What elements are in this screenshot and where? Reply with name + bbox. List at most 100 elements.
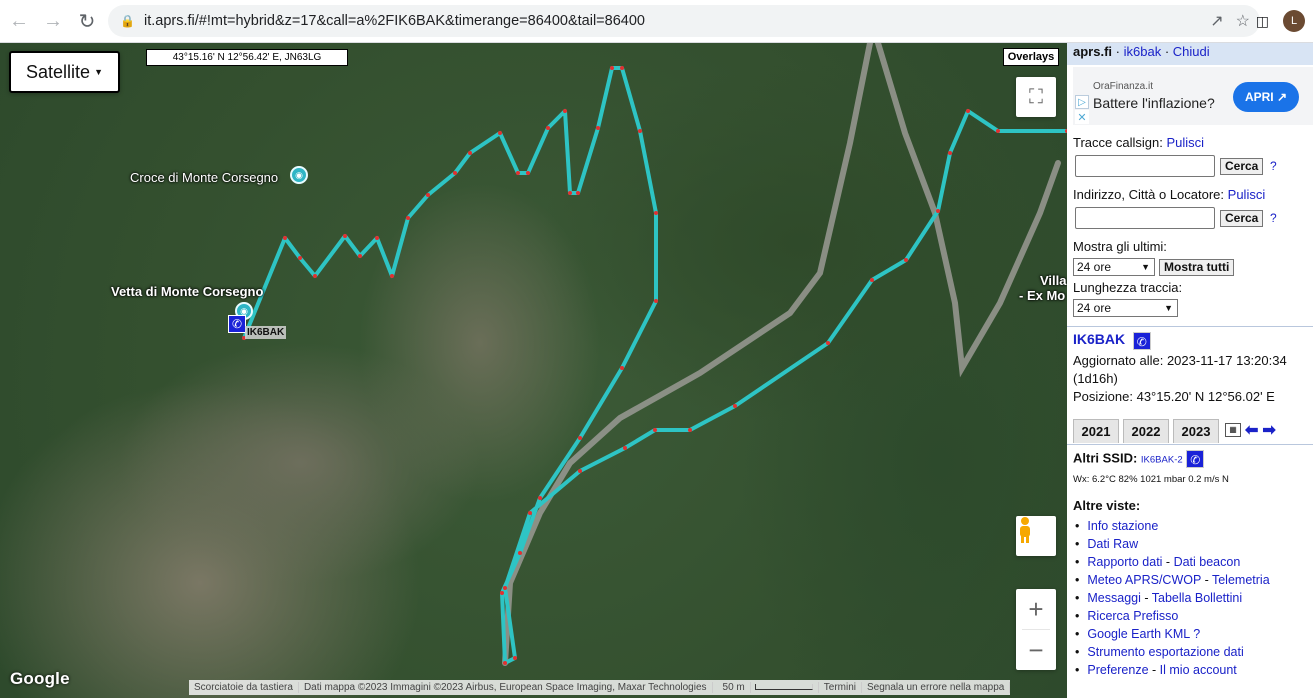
- track-point[interactable]: [528, 511, 532, 515]
- view-link[interactable]: Google Earth KML: [1087, 627, 1189, 641]
- forward-icon[interactable]: →: [38, 6, 68, 36]
- view-link[interactable]: Strumento esportazione dati: [1087, 645, 1243, 659]
- poi-label-croce[interactable]: Croce di Monte Corsegno: [130, 170, 278, 185]
- track-point[interactable]: [620, 66, 624, 70]
- view-link[interactable]: Info stazione: [1087, 519, 1158, 533]
- pegman-icon[interactable]: [1016, 516, 1056, 556]
- track-point[interactable]: [596, 126, 600, 130]
- view-link[interactable]: Dati Raw: [1087, 537, 1138, 551]
- map-type-select[interactable]: Satellite ▼: [9, 51, 120, 93]
- report-error-link[interactable]: Segnala un errore nella mappa: [862, 682, 1011, 693]
- close-link[interactable]: Chiudi: [1173, 44, 1210, 59]
- track-point[interactable]: [610, 66, 614, 70]
- track-point[interactable]: [343, 234, 347, 238]
- track-point[interactable]: [313, 274, 317, 278]
- view-link[interactable]: Tabella Bollettini: [1152, 591, 1242, 605]
- track-point[interactable]: [654, 299, 658, 303]
- track-point[interactable]: [653, 428, 657, 432]
- arrow-left-icon[interactable]: ⬅: [1245, 420, 1258, 440]
- track-point[interactable]: [426, 193, 430, 197]
- clear-address-link[interactable]: Pulisci: [1228, 187, 1266, 202]
- track-point[interactable]: [468, 151, 472, 155]
- arrow-right-icon[interactable]: ➡: [1262, 420, 1275, 440]
- search-address-button[interactable]: Cerca: [1220, 210, 1264, 227]
- track-point[interactable]: [568, 191, 572, 195]
- ad-banner[interactable]: ▷ ✕ OraFinanza.it Battere l'inflazione? …: [1073, 67, 1313, 125]
- search-callsign-button[interactable]: Cerca: [1220, 158, 1264, 175]
- station-map-label[interactable]: IK6BAK: [245, 326, 287, 339]
- track-point[interactable]: [826, 341, 830, 345]
- zoom-out-icon[interactable]: −: [1016, 630, 1056, 670]
- track-point[interactable]: [904, 258, 908, 262]
- brand-link[interactable]: aprs.fi: [1073, 44, 1112, 59]
- ad-headline[interactable]: Battere l'inflazione?: [1093, 95, 1215, 111]
- timerange-select[interactable]: 24 ore ▼: [1073, 258, 1155, 276]
- callsign-input[interactable]: [1075, 155, 1215, 177]
- track-point[interactable]: [516, 171, 520, 175]
- track-point[interactable]: [453, 171, 457, 175]
- track-point[interactable]: [638, 129, 642, 133]
- view-link[interactable]: Meteo APRS/CWOP: [1087, 573, 1201, 587]
- poi-label-villa-2[interactable]: - Ex Mo: [1019, 288, 1065, 303]
- star-icon[interactable]: ☆: [1236, 11, 1250, 31]
- fullscreen-icon[interactable]: ⛶: [1016, 77, 1056, 117]
- track-point[interactable]: [358, 254, 362, 258]
- track-point[interactable]: [298, 256, 302, 260]
- calendar-icon[interactable]: ▦: [1225, 423, 1241, 437]
- track-point[interactable]: [870, 278, 874, 282]
- google-logo[interactable]: Google: [10, 669, 70, 689]
- track-point[interactable]: [563, 109, 567, 113]
- track-point[interactable]: [948, 151, 952, 155]
- track-point[interactable]: [513, 656, 517, 660]
- map-canvas[interactable]: Satellite ▼ 43°15.16' N 12°56.42' E, JN63…: [0, 43, 1067, 698]
- track-point[interactable]: [538, 496, 542, 500]
- address-bar[interactable]: 🔒 it.aprs.fi/#!mt=hybrid&z=17&call=a%2FI…: [108, 5, 1260, 37]
- track-point[interactable]: [623, 446, 627, 450]
- view-link[interactable]: Dati beacon: [1174, 555, 1241, 569]
- overlays-button[interactable]: Overlays: [1003, 48, 1059, 66]
- camera-icon[interactable]: ◉: [290, 166, 308, 184]
- show-all-button[interactable]: Mostra tutti: [1159, 259, 1235, 276]
- lock-icon[interactable]: 🔒: [120, 14, 135, 28]
- view-link[interactable]: Preferenze: [1087, 663, 1148, 677]
- track-point[interactable]: [503, 661, 507, 665]
- track-point[interactable]: [578, 436, 582, 440]
- track-point[interactable]: [620, 366, 624, 370]
- view-link[interactable]: Il mio account: [1160, 663, 1237, 677]
- track-point[interactable]: [578, 469, 582, 473]
- poi-label-vetta[interactable]: Vetta di Monte Corsegno: [111, 284, 263, 299]
- track-point[interactable]: [733, 404, 737, 408]
- ad-open-button[interactable]: APRI ↗: [1233, 82, 1299, 112]
- view-link[interactable]: Rapporto dati: [1087, 555, 1162, 569]
- tab-year-2023[interactable]: 2023: [1173, 419, 1219, 443]
- help-link[interactable]: ?: [1270, 159, 1277, 173]
- station-call[interactable]: IK6BAK: [1073, 331, 1125, 347]
- track-point[interactable]: [526, 171, 530, 175]
- back-icon[interactable]: ←: [4, 6, 34, 36]
- track-point[interactable]: [576, 191, 580, 195]
- close-icon[interactable]: ✕: [1075, 110, 1089, 124]
- track-point[interactable]: [498, 131, 502, 135]
- poi-label-villa-1[interactable]: Villa: [1040, 273, 1067, 288]
- track-point[interactable]: [375, 236, 379, 240]
- aprs-symbol-icon[interactable]: ✆: [228, 315, 246, 333]
- track-point[interactable]: [503, 586, 507, 590]
- view-link[interactable]: Ricerca Prefisso: [1087, 609, 1178, 623]
- call-link[interactable]: ik6bak: [1124, 44, 1162, 59]
- help-link[interactable]: ?: [1270, 211, 1277, 225]
- view-link[interactable]: Telemetria: [1212, 573, 1270, 587]
- track-point[interactable]: [500, 591, 504, 595]
- track-point[interactable]: [936, 209, 940, 213]
- scale-bar[interactable]: 50 m: [713, 682, 819, 693]
- view-link[interactable]: ?: [1193, 627, 1200, 641]
- avatar[interactable]: L: [1283, 10, 1305, 32]
- track-length-select[interactable]: 24 ore ▼: [1073, 299, 1178, 317]
- track-point[interactable]: [688, 428, 692, 432]
- track-point[interactable]: [996, 129, 1000, 133]
- address-input[interactable]: [1075, 207, 1215, 229]
- track-point[interactable]: [390, 274, 394, 278]
- tab-year-2021[interactable]: 2021: [1073, 419, 1119, 443]
- share-icon[interactable]: ↗: [1210, 11, 1223, 31]
- terms-link[interactable]: Termini: [819, 682, 862, 693]
- track-point[interactable]: [283, 236, 287, 240]
